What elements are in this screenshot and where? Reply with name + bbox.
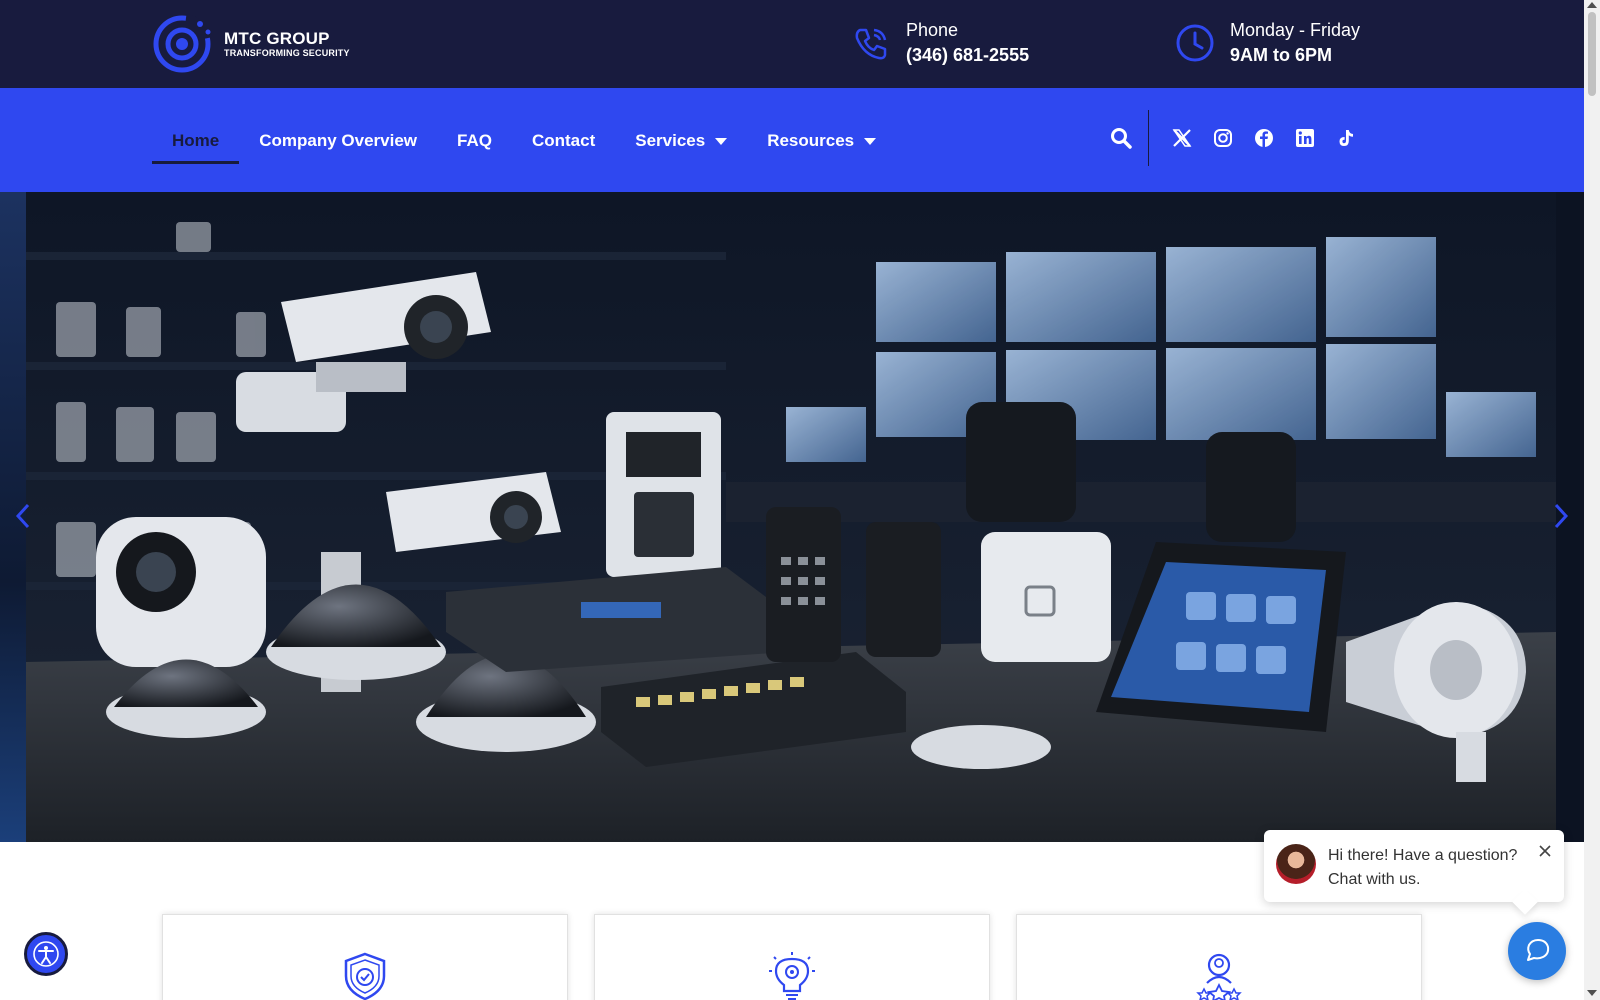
agent-avatar: [1276, 844, 1316, 884]
hours-value: 9AM to 6PM: [1230, 45, 1360, 66]
close-icon: [1536, 842, 1554, 860]
clock-icon: [1174, 22, 1216, 64]
chat-greeting-line2: Chat with us.: [1328, 868, 1528, 892]
brand-tagline: TRANSFORMING SECURITY: [224, 49, 350, 58]
hero-slider: [0, 192, 1584, 842]
hours-label: Monday - Friday: [1230, 20, 1360, 41]
x-link[interactable]: [1167, 123, 1197, 153]
chat-icon: [1522, 936, 1552, 966]
security-equipment-image: [26, 192, 1556, 842]
brand-name: MTC GROUP: [224, 30, 350, 47]
instagram-link[interactable]: [1208, 123, 1238, 153]
search-icon: [1110, 127, 1132, 149]
scrollbar-thumb[interactable]: [1588, 12, 1596, 96]
nav-menu: Home Company Overview FAQ Contact Servic…: [152, 124, 896, 158]
logo[interactable]: MTC GROUP TRANSFORMING SECURITY: [152, 14, 362, 74]
nav-label: Resources: [767, 131, 854, 151]
accessibility-button[interactable]: [24, 932, 68, 976]
main-navigation: Home Company Overview FAQ Contact Servic…: [0, 88, 1584, 192]
nav-item-company-overview[interactable]: Company Overview: [239, 124, 437, 158]
nav-label: Services: [635, 131, 705, 151]
lightbulb-gear-icon: [768, 951, 816, 1000]
phone-label: Phone: [906, 20, 1029, 41]
nav-item-faq[interactable]: FAQ: [437, 124, 512, 158]
nav-item-contact[interactable]: Contact: [512, 124, 615, 158]
scroll-down-icon[interactable]: [1587, 990, 1597, 996]
nav-item-resources[interactable]: Resources: [747, 124, 896, 158]
caret-down-icon: [715, 138, 727, 145]
next-slide-button[interactable]: [1546, 498, 1576, 534]
page-scrollbar[interactable]: [1584, 0, 1600, 1000]
chat-greeting-line1: Hi there! Have a question?: [1328, 844, 1528, 868]
logo-text: MTC GROUP TRANSFORMING SECURITY: [224, 30, 350, 58]
feature-card-expertise: [1016, 914, 1422, 1000]
facebook-icon: [1254, 128, 1274, 148]
chat-greeting: Hi there! Have a question? Chat with us.: [1328, 844, 1528, 892]
scroll-up-icon[interactable]: [1587, 2, 1597, 8]
feature-card-innovation: [594, 914, 990, 1000]
chat-close-button[interactable]: [1536, 842, 1554, 860]
tiktok-link[interactable]: [1331, 123, 1361, 153]
phone-icon: [850, 22, 892, 64]
x-icon: [1172, 128, 1192, 148]
nav-item-home[interactable]: Home: [152, 124, 239, 158]
nav-label: Company Overview: [259, 131, 417, 151]
top-bar: MTC GROUP TRANSFORMING SECURITY Phone (3…: [0, 0, 1584, 88]
previous-slide-button[interactable]: [8, 498, 38, 534]
linkedin-icon: [1295, 128, 1315, 148]
instagram-icon: [1213, 128, 1233, 148]
chat-launcher-button[interactable]: [1508, 922, 1566, 980]
feature-card-reliability: [162, 914, 568, 1000]
nav-actions: [1104, 110, 1372, 166]
search-button[interactable]: [1104, 121, 1138, 155]
tiktok-icon: [1336, 128, 1356, 148]
shield-check-icon: [341, 951, 389, 1000]
nav-item-services[interactable]: Services: [615, 124, 747, 158]
nav-label: FAQ: [457, 131, 492, 151]
nav-label: Contact: [532, 131, 595, 151]
nav-label: Home: [172, 131, 219, 151]
caret-down-icon: [864, 138, 876, 145]
chat-greeting-popup[interactable]: Hi there! Have a question? Chat with us.: [1264, 830, 1564, 902]
phone-contact[interactable]: Phone (346) 681-2555: [850, 20, 1029, 66]
accessibility-icon: [32, 940, 60, 968]
chevron-right-icon: [1553, 503, 1569, 529]
logo-mark-icon: [152, 14, 218, 74]
award-person-icon: [1195, 951, 1243, 1000]
phone-number[interactable]: (346) 681-2555: [906, 45, 1029, 66]
facebook-link[interactable]: [1249, 123, 1279, 153]
nav-divider: [1148, 110, 1149, 166]
linkedin-link[interactable]: [1290, 123, 1320, 153]
chevron-left-icon: [15, 503, 31, 529]
business-hours: Monday - Friday 9AM to 6PM: [1174, 20, 1360, 66]
